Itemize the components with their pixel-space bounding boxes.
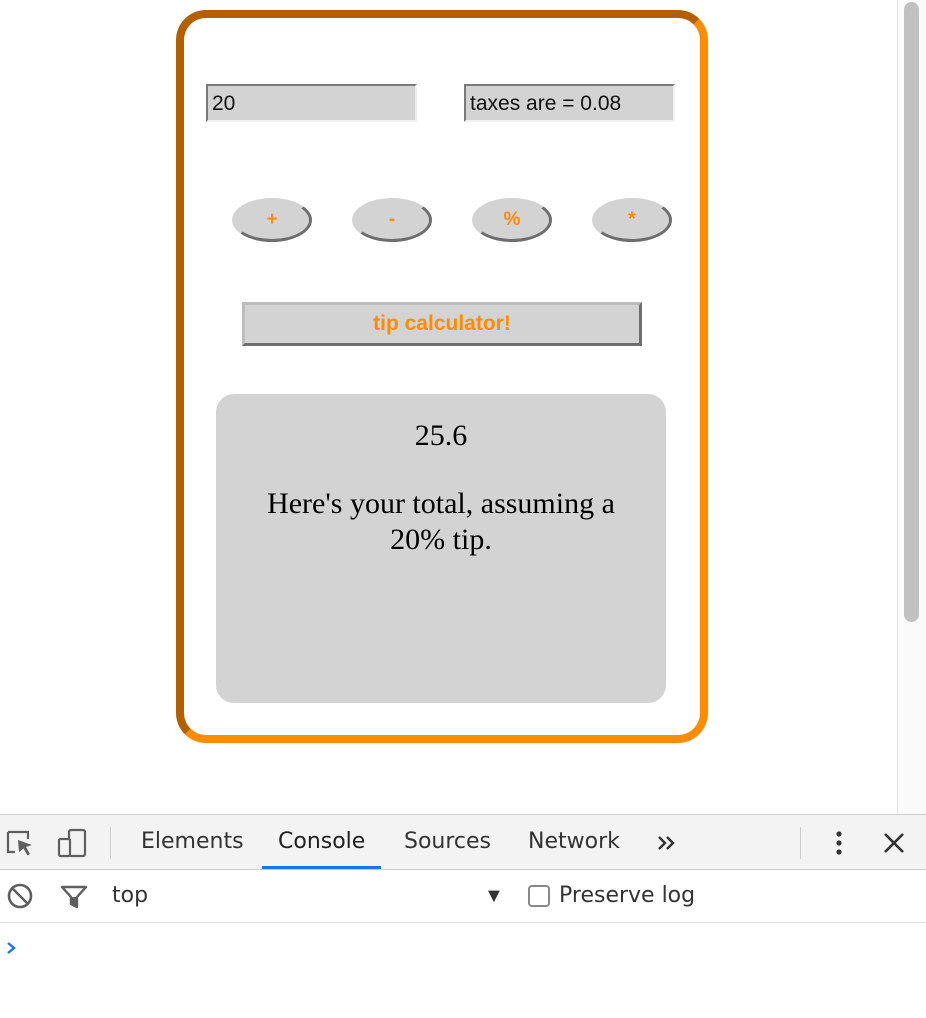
page-viewport: 20 taxes are = 0.08 + - % * tip calculat… [0,0,926,814]
toolbar-divider [800,827,801,859]
console-filter-bar: top ▼ Preserve log [0,870,926,923]
minus-button[interactable]: - [352,198,432,242]
context-selector[interactable]: top ▼ [100,870,512,922]
taxes-input[interactable]: taxes are = 0.08 [464,84,675,122]
plus-button[interactable]: + [232,198,312,242]
preserve-log-label[interactable]: Preserve log [559,870,695,922]
more-options-icon[interactable] [823,827,855,859]
tab-console[interactable]: Console [262,815,382,869]
dropdown-arrow-icon: ▼ [484,885,504,907]
result-panel: 25.6 Here's your total, assuming a 20% t… [216,394,666,703]
tab-network[interactable]: Network [512,815,636,869]
filter-icon[interactable] [58,880,90,912]
scrollbar-thumb[interactable] [904,2,919,622]
chevron-right-icon [7,942,16,954]
tip-calculator-button[interactable]: tip calculator! [242,302,642,346]
preserve-log-checkbox[interactable] [528,885,550,907]
devtools-toolbar: Elements Console Sources Network [0,815,926,870]
device-toggle-icon[interactable] [56,827,88,859]
double-chevron-right-icon[interactable] [652,827,684,859]
result-message: Here's your total, assuming a 20% tip. [267,487,615,556]
calculator-card: 20 taxes are = 0.08 + - % * tip calculat… [176,10,708,743]
percent-button[interactable]: % [472,198,552,242]
context-label: top [112,883,149,908]
page-scrollbar[interactable] [897,0,926,814]
tab-sources[interactable]: Sources [388,815,507,869]
result-value: 25.6 [414,419,468,452]
console-input[interactable] [4,933,904,963]
devtools-panel: Elements Console Sources Network top ▼ P… [0,814,926,1018]
inspect-element-icon[interactable] [4,827,36,859]
tab-elements[interactable]: Elements [125,815,260,869]
multiply-button[interactable]: * [592,198,672,242]
amount-input[interactable]: 20 [206,84,417,122]
toolbar-divider [110,827,111,859]
clear-console-icon[interactable] [4,880,36,912]
close-icon[interactable] [878,827,910,859]
